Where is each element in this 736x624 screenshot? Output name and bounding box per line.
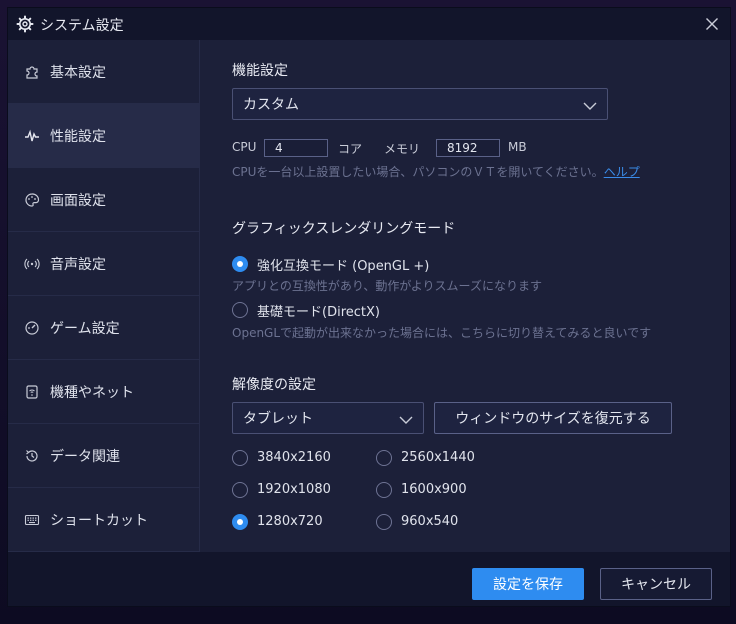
radio-res-1600[interactable] — [376, 482, 392, 498]
radio-res-1920[interactable] — [232, 482, 248, 498]
help-link[interactable]: ヘルプ — [604, 165, 640, 179]
history-icon — [24, 448, 40, 464]
close-icon[interactable] — [700, 12, 724, 36]
radio-directx[interactable] — [232, 302, 248, 318]
sidebar-item-label: データ関連 — [50, 448, 120, 465]
sidebar-item-label: ゲーム設定 — [50, 320, 120, 337]
radio-res-2560[interactable] — [376, 450, 392, 466]
radio-res-960[interactable] — [376, 514, 392, 530]
sidebar-item-audio[interactable]: 音声設定 — [8, 232, 199, 296]
memory-input[interactable]: 8192 — [436, 139, 500, 157]
restore-window-size-button[interactable]: ウィンドウのサイズを復元する — [434, 402, 672, 434]
save-button[interactable]: 設定を保存 — [472, 568, 584, 600]
device-icon — [24, 384, 40, 400]
core-label: コア — [338, 142, 363, 156]
res-option-label: 2560x1440 — [401, 450, 475, 465]
preset-select[interactable]: カスタム — [232, 88, 608, 120]
window-title: システム設定 — [40, 18, 124, 34]
performance-panel: 機能設定 カスタム CPU 4 コア メモリ 8192 MB CPUを一台以上設… — [200, 40, 730, 552]
sidebar-item-label: 基本設定 — [50, 64, 106, 81]
cancel-button[interactable]: キャンセル — [600, 568, 712, 600]
section-title-performance: 機能設定 — [232, 63, 288, 79]
preset-select-value: カスタム — [243, 97, 299, 113]
section-title-resolution: 解像度の設定 — [232, 377, 316, 393]
resolution-mode-value: タブレット — [243, 411, 313, 427]
title-bar: システム設定 — [8, 8, 730, 40]
sidebar-item-game[interactable]: ゲーム設定 — [8, 296, 199, 360]
directx-description: OpenGLで起動が出来なかった場合には、こちらに切り替えてみると良いです — [232, 326, 652, 340]
radio-res-1280[interactable] — [232, 514, 248, 530]
sidebar: 基本設定 性能設定 画面設定 音声設定 ゲーム設定 機種やネット データ関連 シ… — [8, 40, 200, 552]
radio-res-3840[interactable] — [232, 450, 248, 466]
gamepad-icon — [24, 320, 40, 336]
section-title-graphics: グラフィックスレンダリングモード — [232, 221, 456, 237]
vt-hint-text: CPUを一台以上設置したい場合、パソコンのＶＴを開いてください。 — [232, 165, 604, 179]
chevron-down-icon — [399, 413, 413, 424]
resolution-mode-select[interactable]: タブレット — [232, 402, 424, 434]
sidebar-item-label: 性能設定 — [50, 128, 106, 145]
res-option-label: 1600x900 — [401, 482, 467, 497]
palette-icon — [24, 192, 40, 208]
sidebar-item-performance[interactable]: 性能設定 — [8, 104, 199, 168]
memory-label: メモリ — [384, 142, 421, 156]
sidebar-item-device[interactable]: 機種やネット — [8, 360, 199, 424]
mb-label: MB — [508, 140, 527, 154]
vt-hint: CPUを一台以上設置したい場合、パソコンのＶＴを開いてください。ヘルプ — [232, 165, 700, 179]
res-option-label: 1280x720 — [257, 514, 323, 529]
radio-directx-label: 基礎モード(DirectX) — [257, 305, 380, 320]
sidebar-item-label: ショートカット — [50, 512, 148, 529]
sidebar-item-label: 音声設定 — [50, 256, 106, 273]
pulse-icon — [24, 128, 40, 144]
puzzle-icon — [24, 64, 40, 80]
radio-opengl[interactable] — [232, 256, 248, 272]
gear-icon — [16, 15, 34, 33]
sidebar-item-basic[interactable]: 基本設定 — [8, 40, 199, 104]
keyboard-icon — [24, 512, 40, 528]
sidebar-item-label: 画面設定 — [50, 192, 106, 209]
radio-opengl-label: 強化互換モード (OpenGL +) — [257, 259, 430, 274]
cpu-label: CPU — [232, 140, 257, 154]
res-option-label: 1920x1080 — [257, 482, 331, 497]
cpu-input[interactable]: 4 — [264, 139, 328, 157]
res-option-label: 960x540 — [401, 514, 459, 529]
speaker-icon — [24, 256, 40, 272]
dialog-footer: 設定を保存 キャンセル — [8, 552, 730, 606]
res-option-label: 3840x2160 — [257, 450, 331, 465]
sidebar-item-display[interactable]: 画面設定 — [8, 168, 199, 232]
sidebar-item-data[interactable]: データ関連 — [8, 424, 199, 488]
opengl-description: アプリとの互換性があり、動作がよりスムーズになります — [232, 279, 542, 293]
sidebar-item-label: 機種やネット — [50, 384, 134, 401]
settings-dialog: システム設定 基本設定 性能設定 画面設定 音声設定 ゲーム設定 機種やネット … — [8, 8, 730, 606]
chevron-down-icon — [583, 99, 597, 110]
sidebar-item-shortcut[interactable]: ショートカット — [8, 488, 199, 552]
